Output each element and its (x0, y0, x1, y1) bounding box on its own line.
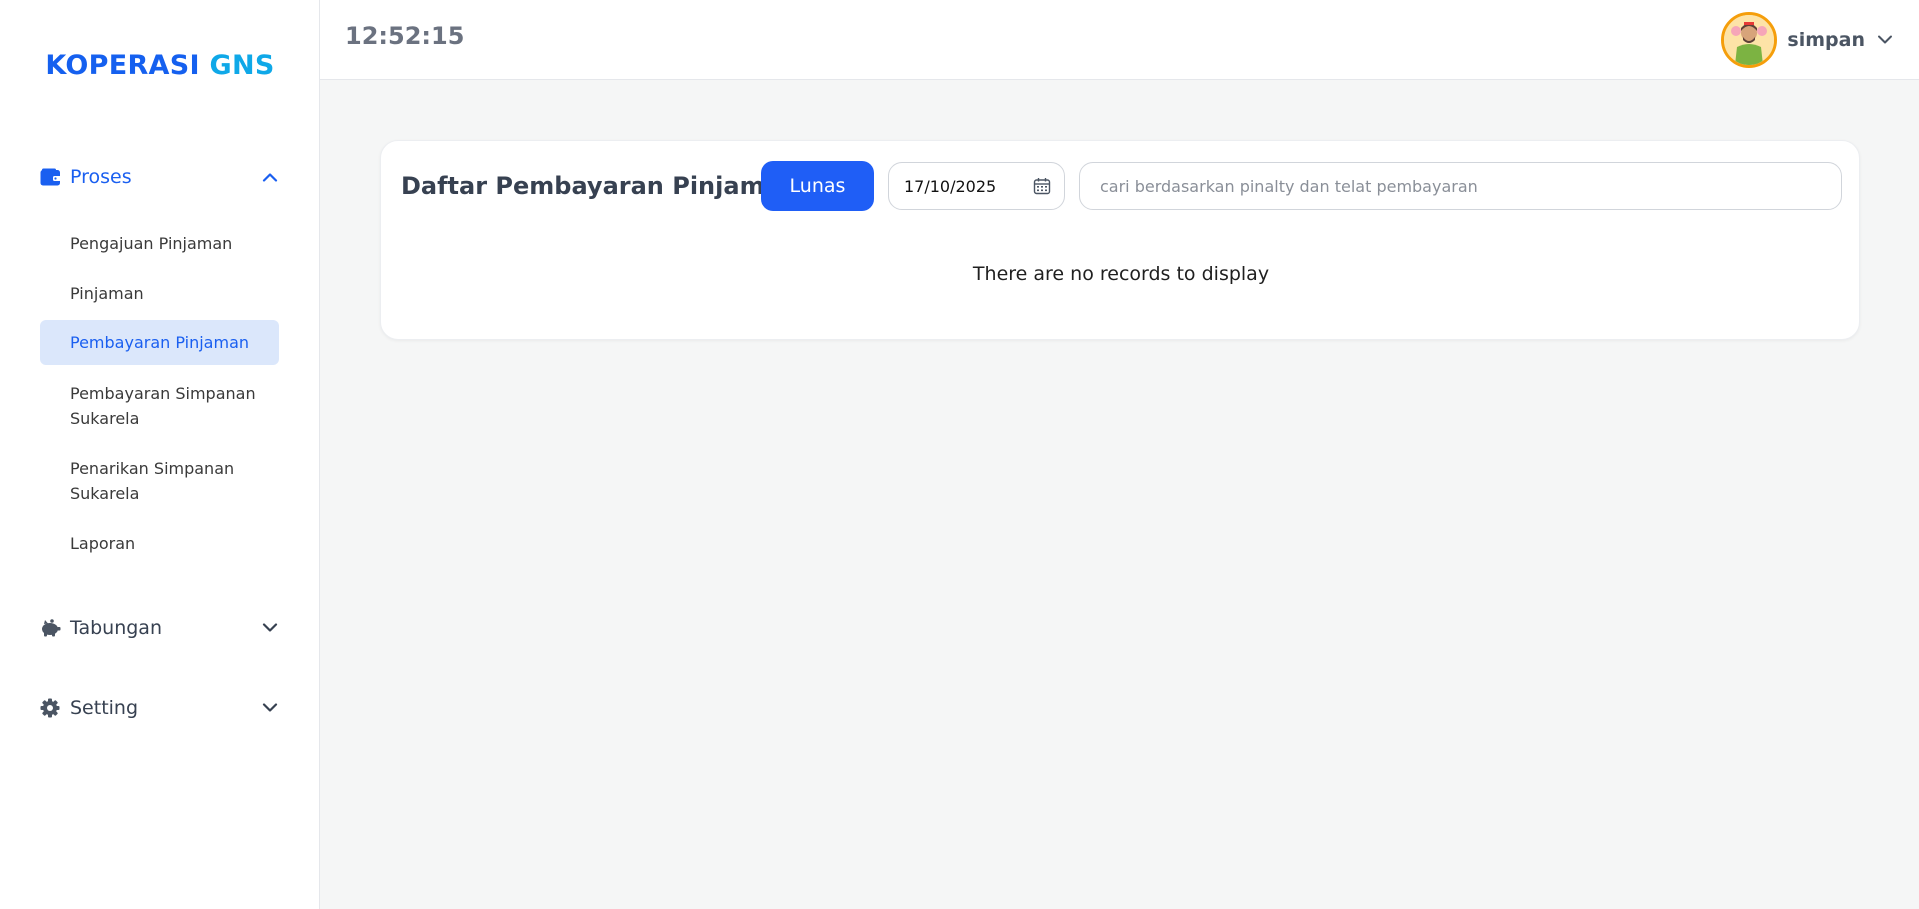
chevron-down-icon (1877, 31, 1895, 49)
sidebar-group-label: Setting (70, 697, 139, 719)
sidebar-item-pengajuan-pinjaman[interactable]: Pengajuan Pinjaman (40, 230, 279, 256)
sidebar-item-label: Penarikan Simpanan Sukarela (70, 459, 235, 503)
brand-name: KOPERASI (45, 50, 210, 81)
chevron-down-icon (260, 698, 280, 718)
sidebar-item-penarikan-simpanan-sukarela[interactable]: Penarikan Simpanan Sukarela (40, 455, 279, 507)
brand-logo[interactable]: KOPERASI GNS (0, 50, 320, 81)
sidebar-item-pinjaman[interactable]: Pinjaman (40, 280, 279, 306)
sidebar-item-label: Pinjaman (70, 283, 144, 303)
top-header: 12:52:15 simpan (320, 0, 1919, 80)
sidebar-group-setting[interactable]: Setting (40, 693, 280, 723)
brand-name-accent: GNS (209, 50, 275, 81)
date-picker[interactable]: 17/10/2025 (888, 162, 1065, 210)
chevron-up-icon (260, 167, 280, 187)
sidebar-item-pembayaran-pinjaman[interactable]: Pembayaran Pinjaman (40, 320, 279, 365)
empty-state-message: There are no records to display (972, 263, 1270, 285)
piggy-bank-icon (40, 617, 62, 639)
sidebar-item-laporan[interactable]: Laporan (40, 530, 279, 556)
sidebar-group-proses[interactable]: Proses (40, 162, 280, 192)
calendar-icon[interactable] (1032, 176, 1052, 196)
sidebar-item-pembayaran-simpanan-sukarela[interactable]: Pembayaran Simpanan Sukarela (40, 380, 279, 432)
payments-card: Daftar Pembayaran Pinjaman Lunas 17/10/2… (380, 140, 1860, 340)
user-menu[interactable]: simpan (1721, 12, 1895, 68)
user-name: simpan (1787, 29, 1865, 51)
sidebar-item-label: Pembayaran Simpanan Sukarela (70, 384, 256, 428)
chevron-down-icon (260, 618, 280, 638)
sidebar-item-label: Pembayaran Pinjaman (70, 333, 250, 352)
date-value: 17/10/2025 (904, 176, 997, 196)
avatar (1721, 12, 1778, 68)
sidebar-group-tabungan[interactable]: Tabungan (40, 613, 280, 643)
sidebar-item-label: Pengajuan Pinjaman (70, 233, 233, 253)
sidebar-group-label: Tabungan (70, 617, 162, 639)
page-title: Daftar Pembayaran Pinjaman (401, 172, 798, 200)
lunas-button[interactable]: Lunas (761, 161, 874, 211)
clock: 12:52:15 (345, 22, 465, 50)
sidebar-group-label: Proses (70, 166, 132, 188)
app-root: KOPERASI GNS Proses Pengajuan Pinjaman P… (0, 0, 1919, 909)
sidebar: KOPERASI GNS Proses Pengajuan Pinjaman P… (0, 0, 320, 909)
gear-icon (40, 697, 62, 719)
search-input[interactable] (1079, 162, 1842, 210)
wallet-icon (40, 166, 62, 188)
sidebar-item-label: Laporan (70, 533, 136, 553)
